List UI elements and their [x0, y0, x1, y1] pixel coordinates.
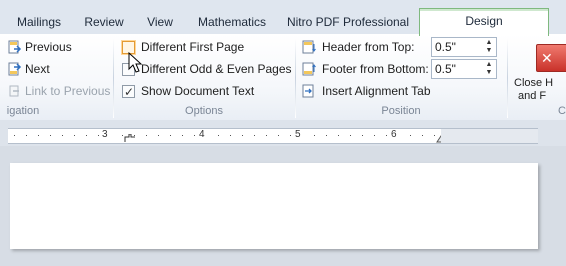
ruler-tick — [338, 135, 339, 136]
checkmark-icon: ✓ — [124, 85, 135, 99]
tab-review[interactable]: Review — [80, 10, 128, 34]
tab-design[interactable]: Design — [419, 8, 549, 36]
insert-alignment-tab-label: Insert Alignment Tab — [322, 84, 431, 98]
ruler-tick — [242, 135, 243, 136]
different-odd-even-label: Different Odd & Even Pages — [141, 62, 292, 76]
previous-button[interactable]: Previous — [8, 38, 108, 56]
ruler-tick — [290, 135, 291, 136]
footer-from-bottom-row: Footer from Bottom: — [302, 60, 430, 78]
close-icon: ✕ — [536, 44, 566, 72]
link-to-previous-label: Link to Previous — [25, 84, 111, 98]
ruler-tick — [314, 135, 315, 136]
ruler-tick — [62, 135, 63, 136]
ruler-tick — [434, 135, 435, 136]
tab-nitro-pdf-professional[interactable]: Nitro PDF Professional — [284, 10, 412, 34]
ruler-tick — [278, 135, 279, 136]
show-document-text-label: Show Document Text — [141, 84, 255, 98]
next-label: Next — [25, 62, 50, 76]
footer-position-icon — [302, 62, 316, 76]
position-group-label: Position — [381, 105, 421, 117]
ruler-tick — [410, 135, 411, 136]
next-section-icon — [8, 62, 22, 76]
previous-label: Previous — [25, 40, 72, 54]
show-document-text-checkbox[interactable]: ✓ — [122, 85, 135, 99]
previous-section-icon — [8, 40, 22, 54]
ruler-tick — [422, 135, 423, 136]
ruler-tick — [182, 135, 183, 136]
alignment-tab-icon — [302, 84, 314, 98]
next-button[interactable]: Next — [8, 60, 108, 78]
close-group-label: Clo — [558, 104, 566, 118]
different-odd-even-option[interactable]: Different Odd & Even Pages — [122, 60, 292, 78]
navigation-group-label: igation — [6, 105, 40, 117]
footer-from-bottom-label: Footer from Bottom: — [322, 62, 429, 76]
ruler-tick — [362, 135, 363, 136]
footer-from-bottom-input[interactable]: 0.5" — [435, 60, 456, 78]
ruler-tick — [254, 135, 255, 136]
header-from-top-row: Header from Top: — [302, 38, 428, 56]
ruler-tick — [26, 135, 27, 136]
ruler-tick — [374, 135, 375, 136]
ruler-tick — [230, 135, 231, 136]
footer-from-bottom-spinner[interactable]: 0.5" ▲ ▼ — [431, 59, 497, 79]
header-from-top-label: Header from Top: — [322, 40, 415, 54]
header-from-top-spinner[interactable]: 0.5" ▲ ▼ — [431, 37, 497, 57]
show-document-text-option[interactable]: ✓ Show Document Text — [122, 82, 262, 100]
spin-down-icon[interactable]: ▼ — [484, 47, 494, 55]
ruler-tick — [86, 135, 87, 136]
ruler-tick — [326, 135, 327, 136]
ruler-tick — [146, 135, 147, 136]
spin-up-icon[interactable]: ▲ — [484, 39, 494, 47]
close-label-line2: and F — [518, 90, 547, 102]
document-page[interactable] — [10, 163, 538, 249]
link-icon — [9, 85, 19, 97]
ruler-number: 4 — [199, 129, 205, 140]
link-to-previous-button[interactable]: Link to Previous — [8, 82, 110, 100]
tab-mathematics[interactable]: Mathematics — [194, 10, 270, 34]
tab-view[interactable]: View — [142, 10, 178, 34]
ruler-tick — [386, 135, 387, 136]
left-indent-marker-icon[interactable] — [124, 134, 136, 143]
spin-down-icon[interactable]: ▼ — [484, 69, 494, 77]
ruler-tick — [350, 135, 351, 136]
ruler-number: 6 — [391, 129, 397, 140]
ruler-margin-shade — [441, 129, 538, 143]
ruler-tick — [38, 135, 39, 136]
close-group-label-text: Clo — [558, 105, 566, 117]
ruler-tick — [14, 135, 15, 136]
spin-up-icon[interactable]: ▲ — [484, 61, 494, 69]
ruler-tick — [170, 135, 171, 136]
ruler-tick — [218, 135, 219, 136]
ruler-tick — [50, 135, 51, 136]
ribbon-tab-bar: Mailings Review View Mathematics Nitro P… — [0, 0, 566, 36]
ruler-number: 3 — [102, 129, 108, 140]
ruler-tick — [98, 135, 99, 136]
ruler-tick — [122, 135, 123, 136]
ruler-number: 5 — [295, 129, 301, 140]
ruler-tick — [194, 135, 195, 136]
header-from-top-input[interactable]: 0.5" — [435, 38, 456, 56]
mouse-cursor-icon — [128, 52, 143, 73]
tab-mailings[interactable]: Mailings — [10, 10, 68, 34]
ruler-tick — [158, 135, 159, 136]
insert-alignment-tab-button[interactable]: Insert Alignment Tab — [302, 82, 434, 100]
group-separator — [507, 38, 508, 118]
close-header-footer-button[interactable]: ✕ Close H and F — [512, 38, 566, 102]
options-group-label: Options — [185, 105, 223, 117]
header-position-icon — [302, 40, 316, 54]
ruler-tick — [74, 135, 75, 136]
different-first-page-label: Different First Page — [141, 40, 245, 54]
ruler-tick — [266, 135, 267, 136]
